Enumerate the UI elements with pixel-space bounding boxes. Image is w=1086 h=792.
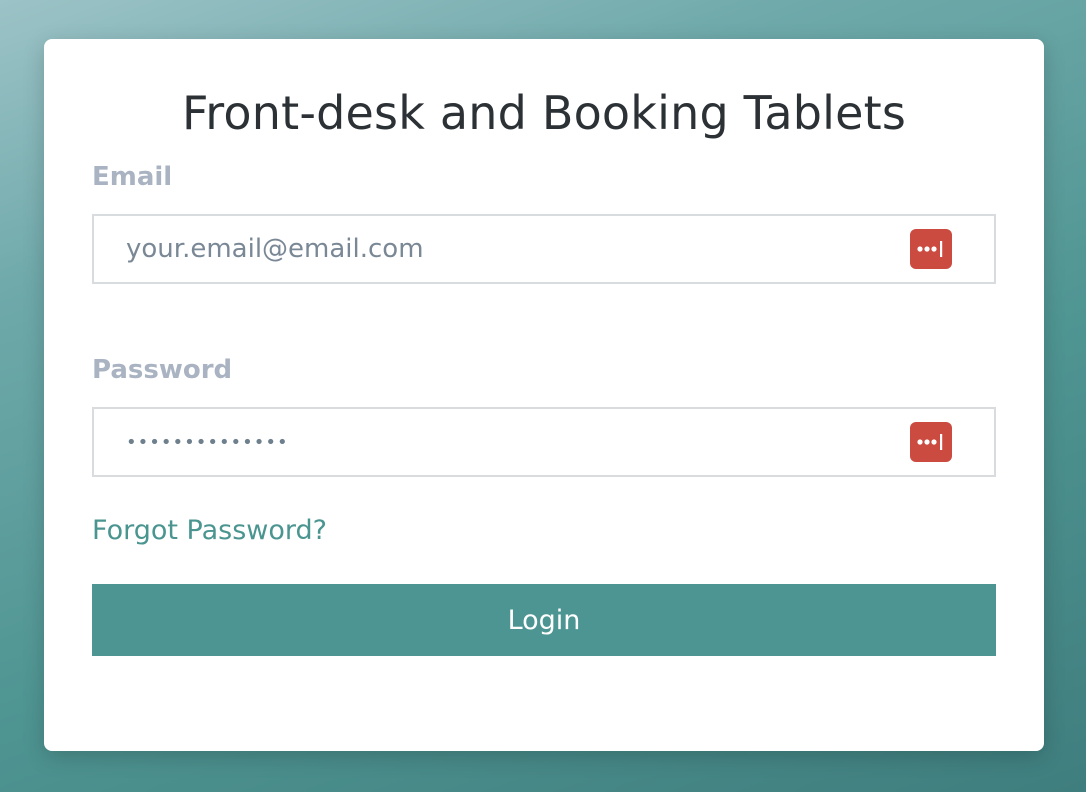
email-field-container xyxy=(92,214,996,284)
dots-icon xyxy=(917,241,943,257)
page-title: Front-desk and Booking Tablets xyxy=(181,86,907,140)
login-card: Front-desk and Booking Tablets Email Pas… xyxy=(44,39,1044,751)
forgot-password-link[interactable]: Forgot Password? xyxy=(92,513,327,549)
password-manager-icon[interactable] xyxy=(910,422,952,462)
login-button[interactable]: Login xyxy=(92,584,996,656)
email-field[interactable] xyxy=(126,216,886,282)
password-field-container xyxy=(92,407,996,477)
password-label: Password xyxy=(92,355,233,385)
email-label: Email xyxy=(92,162,173,192)
password-manager-icon[interactable] xyxy=(910,229,952,269)
password-field[interactable] xyxy=(126,409,886,475)
dots-icon xyxy=(917,434,943,450)
